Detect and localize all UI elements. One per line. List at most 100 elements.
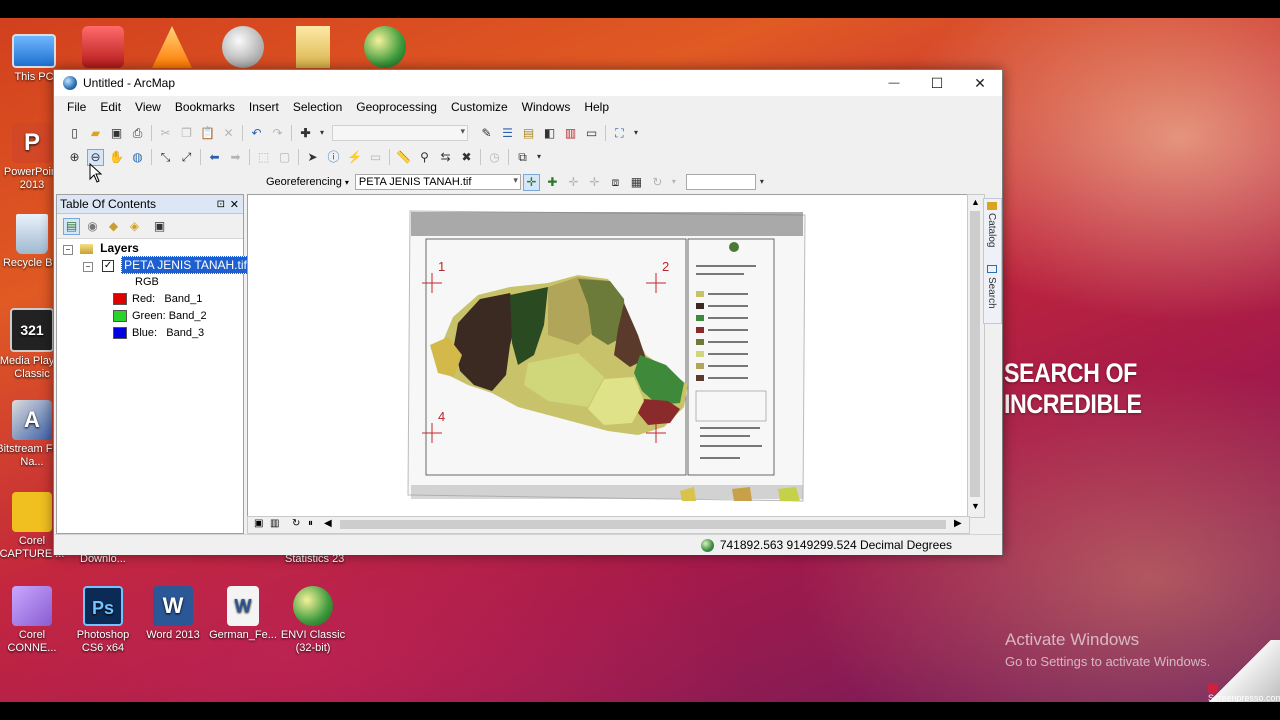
go-forward-icon[interactable]: ➡ <box>227 149 244 166</box>
add-data-icon[interactable]: ✚ <box>297 125 314 142</box>
rotate-icon[interactable]: ↻ <box>649 174 666 191</box>
delete-link-icon[interactable]: ✛ <box>586 174 603 191</box>
menu-customize[interactable]: Customize <box>444 100 515 114</box>
desktop-icon-top-4[interactable] <box>296 26 330 68</box>
layer-name[interactable]: PETA JENIS TANAH.tif <box>121 256 250 274</box>
collapse-icon[interactable]: − <box>63 245 73 255</box>
paste-icon[interactable]: 📋 <box>199 125 216 142</box>
arctoolbox-icon[interactable]: ▥ <box>562 125 579 142</box>
desktop-icon-photoshop[interactable]: Ps Photoshop CS6 x64 <box>67 586 139 655</box>
list-by-drawing-order-icon[interactable]: ▤ <box>63 217 80 235</box>
menu-file[interactable]: File <box>60 100 93 114</box>
rotate-angle-input[interactable] <box>685 174 756 190</box>
go-to-xy-icon[interactable]: ✖ <box>458 149 475 166</box>
list-by-visibility-icon[interactable]: ◆ <box>105 218 122 235</box>
hyperlink-icon[interactable]: ⚡ <box>346 149 363 166</box>
clear-selection-icon[interactable]: ▢ <box>276 149 293 166</box>
fixed-zoom-out-icon[interactable]: ⤢ <box>178 149 195 166</box>
html-popup-icon[interactable]: ▭ <box>367 149 384 166</box>
map-scale-dropdown[interactable]: ▾ <box>332 125 468 141</box>
desktop-icon-top-3[interactable] <box>222 26 264 68</box>
list-by-source-icon[interactable]: ◉ <box>84 218 101 235</box>
activate-windows-subtitle[interactable]: Go to Settings to activate Windows. <box>1005 654 1210 669</box>
select-features-icon[interactable]: ⬚ <box>255 149 272 166</box>
desktop-icon-german-file[interactable]: W German_Fe... <box>207 586 279 642</box>
minimize-button[interactable]: — <box>872 70 916 96</box>
maximize-button[interactable]: ☐ <box>915 70 959 96</box>
fixed-zoom-in-icon[interactable]: ⤡ <box>157 149 174 166</box>
viewer-icon[interactable]: ⧈ <box>607 174 624 191</box>
full-extent-globe-icon[interactable]: ◍ <box>129 149 146 166</box>
pin-icon[interactable]: ⊡ <box>217 199 225 210</box>
python-window-icon[interactable]: ▭ <box>583 125 600 142</box>
redo-icon[interactable]: ↷ <box>269 125 286 142</box>
delete-icon[interactable]: ✕ <box>220 125 237 142</box>
go-back-icon[interactable]: ⬅ <box>206 149 223 166</box>
find-route-icon[interactable]: ⇆ <box>437 149 454 166</box>
create-viewer-window-icon[interactable]: ⧉ <box>514 149 531 166</box>
options-icon[interactable]: ▣ <box>151 218 168 235</box>
select-link-icon[interactable]: ✚ <box>544 174 561 191</box>
modelbuilder-icon[interactable]: ⛶ <box>611 125 628 142</box>
scroll-left-icon[interactable]: ◀ <box>324 518 332 529</box>
collapse-icon[interactable]: − <box>83 262 93 272</box>
find-binoculars-icon[interactable]: ⚲ <box>416 149 433 166</box>
data-view-icon[interactable]: ▥ <box>270 518 279 529</box>
pan-hand-icon[interactable]: ✋ <box>108 149 125 166</box>
copy-icon[interactable]: ❐ <box>178 125 195 142</box>
tree-layers-row[interactable]: − Layers <box>63 241 139 255</box>
time-slider-icon[interactable]: ◷ <box>486 149 503 166</box>
menu-edit[interactable]: Edit <box>93 100 128 114</box>
georeferencing-menu[interactable]: Georeferencing ▾ <box>264 176 351 188</box>
cut-icon[interactable]: ✂ <box>157 125 174 142</box>
pause-drawing-icon[interactable]: ⏸ <box>308 518 313 529</box>
zoom-in-icon[interactable]: ⊕ <box>66 149 83 166</box>
zoom-to-selected-link-icon[interactable]: ✛ <box>565 174 582 191</box>
menu-windows[interactable]: Windows <box>515 100 578 114</box>
menu-insert[interactable]: Insert <box>242 100 286 114</box>
view-link-table-icon[interactable]: ▦ <box>628 174 645 191</box>
map-horizontal-scrollbar[interactable]: ▣ ▥ ↻ ⏸ ◀ ▶ <box>247 516 970 534</box>
menu-view[interactable]: View <box>128 100 168 114</box>
refresh-icon[interactable]: ↻ <box>292 518 300 529</box>
editor-toolbar-icon[interactable]: ✎ <box>478 125 495 142</box>
select-elements-arrow-icon[interactable]: ➤ <box>304 149 321 166</box>
menu-selection[interactable]: Selection <box>286 100 349 114</box>
desktop-icon-top-2[interactable] <box>152 26 192 68</box>
scroll-thumb[interactable] <box>970 211 980 497</box>
title-bar[interactable]: Untitled - ArcMap — ☐ ✕ <box>54 70 1002 96</box>
layout-view-icon[interactable]: ▣ <box>254 518 263 529</box>
toolbar-options-icon[interactable]: ▾ <box>758 174 766 191</box>
close-button[interactable]: ✕ <box>958 70 1002 96</box>
identify-icon[interactable]: ⓘ <box>325 149 342 166</box>
menu-bookmarks[interactable]: Bookmarks <box>168 100 242 114</box>
georef-layer-dropdown[interactable]: PETA JENIS TANAH.tif ▾ <box>354 174 521 190</box>
menu-help[interactable]: Help <box>577 100 616 114</box>
chevron-down-icon[interactable]: ▾ <box>670 174 678 191</box>
layer-visibility-checkbox[interactable]: ✓ <box>102 260 115 273</box>
catalog-tab[interactable]: Catalog <box>986 213 997 247</box>
search-window-icon[interactable]: ◧ <box>541 125 558 142</box>
undo-icon[interactable]: ↶ <box>248 125 265 142</box>
open-folder-icon[interactable]: ▰ <box>87 125 104 142</box>
toolbar-options-icon[interactable]: ▾ <box>535 149 543 166</box>
measure-icon[interactable]: 📏 <box>395 149 412 166</box>
toc-close-icon[interactable]: ✕ <box>230 198 239 211</box>
add-control-points-icon[interactable]: ✛ <box>522 173 540 191</box>
scroll-up-icon[interactable]: ▲ <box>971 197 980 207</box>
desktop-icon-top-5[interactable] <box>364 26 406 68</box>
tree-raster-layer-row[interactable]: − ✓ PETA JENIS TANAH.tif <box>83 256 250 274</box>
save-icon[interactable]: ▣ <box>108 125 125 142</box>
toolbar-options-icon[interactable]: ▾ <box>632 125 640 142</box>
desktop-icon-top-1[interactable] <box>82 26 124 68</box>
desktop-icon-corel-connect[interactable]: Corel CONNE... <box>0 586 68 655</box>
table-of-contents-icon[interactable]: ☰ <box>499 125 516 142</box>
catalog-window-icon[interactable]: ▤ <box>520 125 537 142</box>
print-icon[interactable]: ⎙ <box>129 125 146 142</box>
scroll-right-icon[interactable]: ▶ <box>954 518 962 529</box>
desktop-icon-envi[interactable]: ENVI Classic (32-bit) <box>277 586 349 655</box>
new-document-icon[interactable]: ▯ <box>66 125 83 142</box>
map-view[interactable]: 1 2 4 <box>247 194 970 518</box>
chevron-down-icon[interactable]: ▾ <box>318 125 326 142</box>
scroll-thumb[interactable] <box>340 520 946 529</box>
